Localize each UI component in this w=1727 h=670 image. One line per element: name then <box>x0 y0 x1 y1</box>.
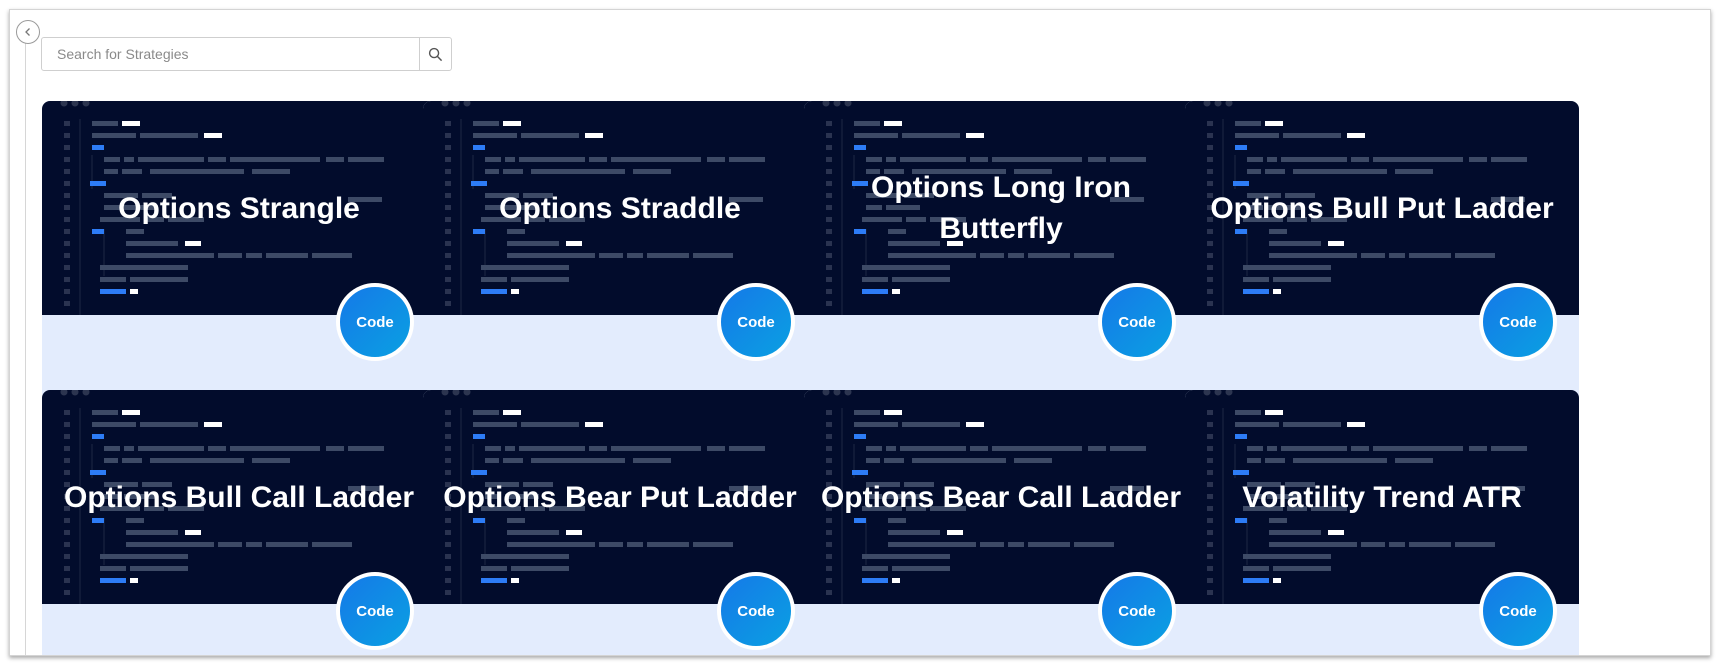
code-button[interactable]: Code <box>1098 283 1176 361</box>
code-button[interactable]: Code <box>336 572 414 650</box>
strategy-card-options-long-iron-butterfly[interactable]: Options Long Iron Butterfly Code <box>804 101 1198 401</box>
code-button[interactable]: Code <box>717 283 795 361</box>
strategy-card-options-straddle[interactable]: Options Straddle Code <box>423 101 817 401</box>
search-icon <box>428 47 443 61</box>
strategy-card-options-bear-put-ladder[interactable]: Options Bear Put Ladder Code <box>423 390 817 655</box>
strategy-card-options-bull-call-ladder[interactable]: Options Bull Call Ladder Code <box>42 390 436 655</box>
code-button[interactable]: Code <box>717 572 795 650</box>
code-button[interactable]: Code <box>336 283 414 361</box>
search-button[interactable] <box>419 38 451 70</box>
search-box <box>41 37 452 71</box>
strategy-card-options-bull-put-ladder[interactable]: Options Bull Put Ladder Code <box>1185 101 1579 401</box>
back-button[interactable] <box>16 20 40 44</box>
code-button[interactable]: Code <box>1098 572 1176 650</box>
strategy-grid: Options Strangle Code Options Straddle C… <box>42 101 1702 655</box>
strategy-card-options-bear-call-ladder[interactable]: Options Bear Call Ladder Code <box>804 390 1198 655</box>
strategies-panel: Options Strangle Code <box>9 9 1711 656</box>
strategy-card-volatility-trend-atr[interactable]: Volatility Trend ATR Code <box>1185 390 1579 655</box>
search-input[interactable] <box>42 38 419 70</box>
code-button[interactable]: Code <box>1479 572 1557 650</box>
chevron-left-icon <box>25 28 30 36</box>
strategy-card-options-strangle[interactable]: Options Strangle Code <box>42 101 436 401</box>
code-button[interactable]: Code <box>1479 283 1557 361</box>
panel-divider <box>25 42 26 655</box>
